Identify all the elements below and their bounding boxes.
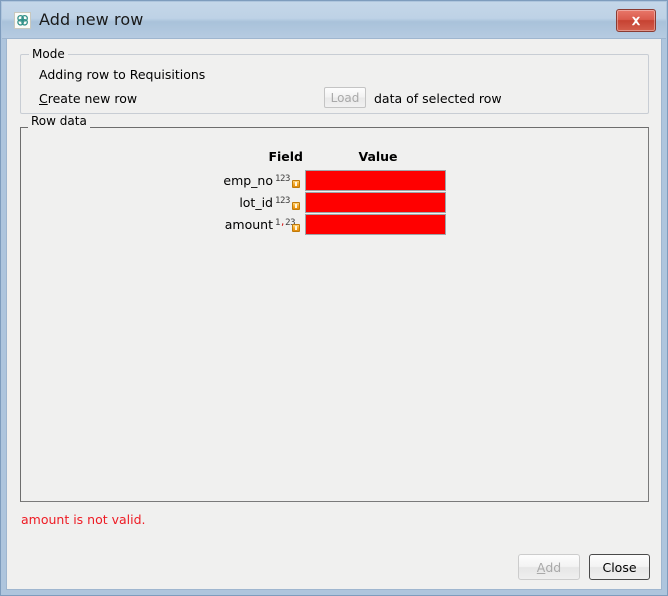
title-bar: Add new row	[2, 2, 666, 39]
table-header-row: Field Value	[204, 149, 454, 170]
integer-type-glyph: 123	[275, 174, 291, 184]
integer-type-icon: 123	[275, 195, 301, 210]
type-badge-icon	[292, 224, 300, 232]
table-row: emp_no 123	[204, 170, 454, 192]
column-header-field: Field	[268, 149, 303, 164]
field-value-table: Field Value emp_no 123 lot_id 123 amount…	[204, 149, 454, 235]
dialog-window: Add new row Mode Adding row to Requisiti…	[0, 0, 668, 596]
value-input-lot-id[interactable]	[305, 192, 446, 213]
table-row: amount 1,23	[204, 214, 454, 236]
add-button[interactable]: Add	[518, 554, 580, 580]
field-name-label: lot_id	[239, 195, 273, 210]
app-flower-icon	[14, 12, 31, 29]
create-new-row-label: Create new row	[39, 91, 137, 106]
mode-status-text: Adding row to Requisitions	[39, 67, 206, 82]
row-data-group-legend: Row data	[28, 114, 90, 128]
table-body: emp_no 123 lot_id 123 amount 1,23	[204, 170, 454, 236]
field-name-label: amount	[224, 217, 273, 232]
value-input-emp-no[interactable]	[305, 170, 446, 191]
integer-type-icon: 123	[275, 173, 301, 188]
field-name-label: emp_no	[223, 173, 273, 188]
type-badge-icon	[292, 202, 300, 210]
mode-group: Mode Adding row to Requisitions Create n…	[20, 47, 649, 114]
create-new-row-mnemonic: C	[39, 91, 48, 106]
table-row: lot_id 123	[204, 192, 454, 214]
load-button[interactable]: Load	[324, 87, 366, 108]
validation-error-message: amount is not valid.	[21, 512, 146, 527]
value-input-amount[interactable]	[305, 214, 446, 235]
close-icon[interactable]	[616, 9, 656, 32]
create-new-row-rest: reate new row	[47, 91, 138, 106]
type-badge-icon	[292, 180, 300, 188]
close-button[interactable]: Close	[589, 554, 650, 580]
decimal-type-icon: 1,23	[275, 217, 301, 232]
window-title: Add new row	[39, 10, 144, 29]
add-button-rest: dd	[545, 559, 562, 575]
mode-group-legend: Mode	[29, 47, 68, 61]
column-header-value: Value	[358, 149, 398, 164]
add-button-mnemonic: A	[536, 559, 546, 575]
load-suffix-label: data of selected row	[374, 91, 502, 106]
integer-type-glyph: 123	[275, 196, 291, 206]
